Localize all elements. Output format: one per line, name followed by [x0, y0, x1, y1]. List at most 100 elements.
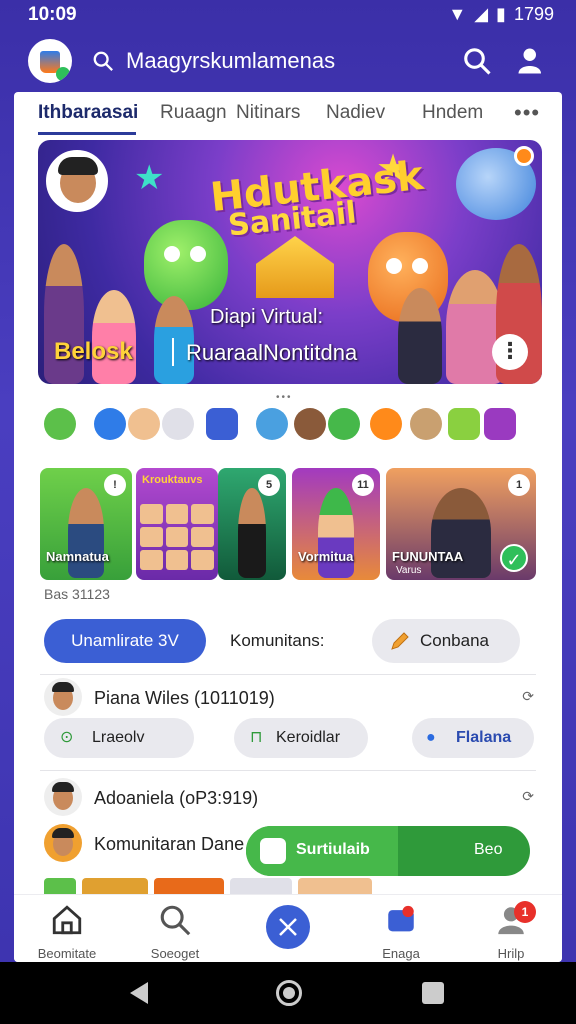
snackbar-action[interactable]: Beo [474, 841, 502, 859]
tab-hndem[interactable]: Hndem [422, 102, 483, 124]
profile-icon[interactable] [516, 46, 546, 76]
chip[interactable]: ⊓ Keroidlar [234, 718, 368, 758]
tab-nitinars[interactable]: Nitinars [236, 102, 300, 124]
app-logo[interactable] [28, 39, 72, 83]
avatar[interactable] [128, 408, 160, 440]
avatar[interactable] [370, 408, 402, 440]
chip[interactable]: ⊙ Lraeolv [44, 718, 194, 758]
back-icon[interactable] [130, 982, 148, 1004]
content-card[interactable]: 5 [218, 468, 286, 580]
header-search-title[interactable]: Maagyrskumlamenas [126, 48, 335, 74]
chip-label: Lraeolv [92, 729, 145, 746]
notification-badge: 1 [514, 901, 536, 923]
pencil-icon [391, 632, 409, 650]
snackbar-text: Surtiulaib [296, 841, 370, 858]
avatar[interactable] [410, 408, 442, 440]
avatar[interactable] [448, 408, 480, 440]
content-card[interactable]: Krouktauvs [136, 468, 218, 580]
status-time: 10:09 [28, 4, 77, 25]
chip[interactable]: ● Flalana [412, 718, 534, 758]
tab-bar: Ithbaraasai Ruaagn Nitinars Nadiev Hndem… [14, 92, 562, 136]
snackbar: Surtiulaib Beo [246, 826, 530, 876]
chat-icon: ● [426, 729, 436, 746]
header-search-icon[interactable] [462, 46, 492, 76]
community-label: Komunitans: [230, 631, 325, 650]
notification-dot [514, 146, 534, 166]
nav-create-button[interactable] [266, 905, 310, 949]
avatar-row [44, 408, 544, 446]
hero-caption: Diapi Virtual: [210, 306, 324, 328]
list-item-title: Adoaniela (oP3:919) [94, 788, 259, 808]
recents-icon[interactable] [422, 982, 444, 1004]
avatar[interactable] [484, 408, 516, 440]
main-panel: Ithbaraasai Ruaagn Nitinars Nadiev Hndem… [14, 92, 562, 962]
list-item[interactable]: Piana Wiles (1011019) ⟳ [44, 678, 534, 718]
house-illustration [256, 236, 334, 298]
more-tabs-icon[interactable]: ••• [514, 100, 540, 126]
tab-underline [38, 132, 136, 135]
card-badge: ! [104, 474, 126, 496]
avatar[interactable] [206, 408, 238, 440]
card-sublabel: Varus [396, 565, 422, 576]
status-bar: 10:09 ▼ ◢ ▮ 1799 [0, 0, 576, 30]
search-icon [160, 905, 191, 936]
refresh-icon[interactable]: ⟳ [522, 688, 534, 705]
signal-icon: ◢ [474, 4, 489, 24]
card-badge: 11 [352, 474, 374, 496]
app-header: Maagyrskumlamenas [0, 34, 576, 90]
vr-headset-icon[interactable] [162, 408, 194, 440]
bottom-nav: Beomitate Soeoget Enaga 1 Hrilp [14, 894, 562, 962]
status-icons: ▼ ◢ ▮ 1799 [448, 4, 554, 25]
refresh-icon[interactable]: ⟳ [522, 788, 534, 805]
nav-search[interactable]: Soeoget [130, 903, 220, 961]
hero-more-icon[interactable]: ⋮ [492, 334, 528, 370]
primary-button[interactable]: Unamlirate 3V [44, 619, 206, 663]
system-nav-bar [0, 962, 576, 1024]
card-label: FUNUNTAA [392, 549, 464, 564]
chip-label: Keroidlar [276, 729, 341, 746]
avatar[interactable] [294, 408, 326, 440]
app-icon [260, 838, 286, 864]
tab-nadiev[interactable]: Nadiev [326, 102, 385, 124]
list-item-title: Komunitaran Dane [94, 834, 245, 854]
trash-icon: ⊓ [250, 729, 263, 746]
tab-ruaagn[interactable]: Ruaagn [160, 102, 227, 124]
tab-home[interactable]: Ithbaraasai [38, 102, 138, 124]
hero-avatar[interactable] [46, 150, 108, 212]
secondary-button[interactable]: Conbana [372, 619, 520, 663]
secondary-button-label: Conbana [420, 631, 490, 650]
home-icon [52, 905, 82, 935]
nav-label: Soeoget [150, 946, 200, 961]
green-monster-illustration [144, 220, 228, 310]
avatar [44, 778, 82, 816]
list-item[interactable]: Adoaniela (oP3:919) ⟳ [44, 778, 534, 818]
avatar[interactable] [44, 408, 76, 440]
divider [40, 770, 536, 771]
chip-label: Flalana [456, 729, 512, 746]
clock-icon: ⊙ [60, 729, 74, 746]
wifi-icon: ▼ [448, 4, 467, 24]
check-icon: ✓ [500, 544, 528, 572]
person-illustration [92, 290, 136, 384]
avatar [44, 824, 82, 862]
hero-banner[interactable]: ★ ★ Hdutkask Sanitail Diapi Virtual: Bel… [38, 140, 542, 384]
home-button-icon[interactable] [276, 980, 302, 1006]
nav-home[interactable]: Beomitate [22, 903, 112, 961]
nav-label: Enaga [382, 946, 420, 961]
avatar [44, 678, 82, 716]
hero-right-label: RuaraalNontitdna [186, 340, 358, 365]
nav-profile[interactable]: 1 Hrilp [466, 901, 556, 961]
avatar[interactable] [328, 408, 360, 440]
star-icon: ★ [134, 159, 165, 197]
avatar[interactable] [256, 408, 288, 440]
content-card[interactable]: ! Namnatua [40, 468, 132, 580]
content-card[interactable]: 1 FUNUNTAA Varus ✓ [386, 468, 536, 580]
battery-icon: ▮ [496, 4, 506, 24]
nav-messages[interactable]: Enaga [356, 903, 446, 961]
avatar[interactable] [94, 408, 126, 440]
content-card[interactable]: 11 Vormitua [292, 468, 380, 580]
nav-label: Beomitate [37, 946, 97, 961]
card-label: Namnatua [46, 549, 109, 564]
card-badge: 5 [258, 474, 280, 496]
card-label: Vormitua [298, 549, 354, 564]
